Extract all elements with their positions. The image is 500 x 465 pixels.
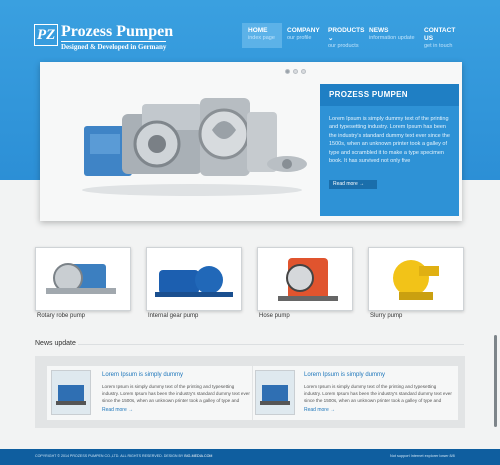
product-label-gear[interactable]: Internal gear pump xyxy=(148,313,198,319)
nav-company-label: COMPANY xyxy=(287,27,320,34)
chevron-down-icon: ⌄ xyxy=(328,35,334,42)
product-label-rotary[interactable]: Rotary robe pump xyxy=(37,313,85,319)
info-panel-title: PROZESS PUMPEN xyxy=(329,90,408,99)
nav-news-sub: information update xyxy=(369,35,415,41)
footer-copyright: COPYRIGHT © 2014 PROZESS PUMPEN CO.,LTD.… xyxy=(35,454,213,458)
news-heading-1[interactable]: Lorem Ipsum is simply dummy xyxy=(102,372,183,378)
nav-contact[interactable]: CONTACT US get in touch xyxy=(418,23,468,49)
nav-company[interactable]: COMPANY our profile xyxy=(281,23,325,48)
info-panel-header: PROZESS PUMPEN xyxy=(320,84,459,106)
pumps-hero-image xyxy=(82,98,307,196)
news-text-2: Lorem Ipsum is simply dummy text of the … xyxy=(304,384,452,403)
nav-home-label: HOME xyxy=(248,27,268,34)
news-thumbnail-1[interactable] xyxy=(51,370,91,415)
slurry-pump-image xyxy=(393,260,439,300)
news-divider xyxy=(78,344,464,345)
nav-products-sub: our products xyxy=(328,43,359,49)
nav-products-label: PRODUCTS xyxy=(328,27,365,34)
news-read-more-1[interactable]: Read more → xyxy=(102,407,133,413)
news-section-title: News update xyxy=(35,340,76,347)
scrollbar-thumb[interactable] xyxy=(494,335,497,427)
product-card-gear[interactable] xyxy=(146,247,242,311)
nav-news-label: NEWS xyxy=(369,27,389,34)
news-card-1[interactable]: Lorem Ipsum is simply dummy Lorem Ipsum … xyxy=(47,366,252,420)
product-card-rotary[interactable] xyxy=(35,247,131,311)
product-label-slurry[interactable]: Slurry pump xyxy=(370,313,402,319)
site-title[interactable]: Prozess Pumpen xyxy=(61,24,173,40)
nav-home[interactable]: HOME index page xyxy=(242,23,282,48)
news-text-1: Lorem Ipsum is simply dummy text of the … xyxy=(102,384,250,403)
nav-news[interactable]: NEWS information update xyxy=(363,23,423,48)
product-card-hose[interactable] xyxy=(257,247,353,311)
footer-designer-link[interactable]: BIG-MEDIA.COM xyxy=(184,454,212,458)
site-tagline: Designed & Developed in Germany xyxy=(61,41,167,51)
news-card-2[interactable]: Lorem Ipsum is simply dummy Lorem Ipsum … xyxy=(253,366,458,420)
nav-company-sub: our profile xyxy=(287,35,312,41)
slider-dot-3[interactable] xyxy=(301,69,306,74)
info-panel-text: Lorem Ipsum is simply dummy text of the … xyxy=(329,116,450,165)
footer-browser-notice: Not support Internet explorer lower 8/8 xyxy=(390,454,455,458)
hose-pump-image xyxy=(278,258,338,301)
slider-dot-1[interactable] xyxy=(285,69,290,74)
logo-monogram: PZ xyxy=(37,27,56,43)
news-heading-2[interactable]: Lorem Ipsum is simply dummy xyxy=(304,372,385,378)
nav-contact-label: CONTACT US xyxy=(424,27,456,42)
rotary-pump-image xyxy=(46,263,116,294)
nav-contact-sub: get in touch xyxy=(424,43,453,49)
product-card-slurry[interactable] xyxy=(368,247,464,311)
product-label-hose[interactable]: Hose pump xyxy=(259,313,290,319)
banner-read-more-button[interactable]: Read more → xyxy=(329,180,377,189)
news-thumbnail-2[interactable] xyxy=(255,370,295,415)
slider-dot-2[interactable] xyxy=(293,69,298,74)
nav-home-sub: index page xyxy=(248,35,275,41)
news-read-more-2[interactable]: Read more → xyxy=(304,407,335,413)
gear-pump-image xyxy=(155,266,233,297)
